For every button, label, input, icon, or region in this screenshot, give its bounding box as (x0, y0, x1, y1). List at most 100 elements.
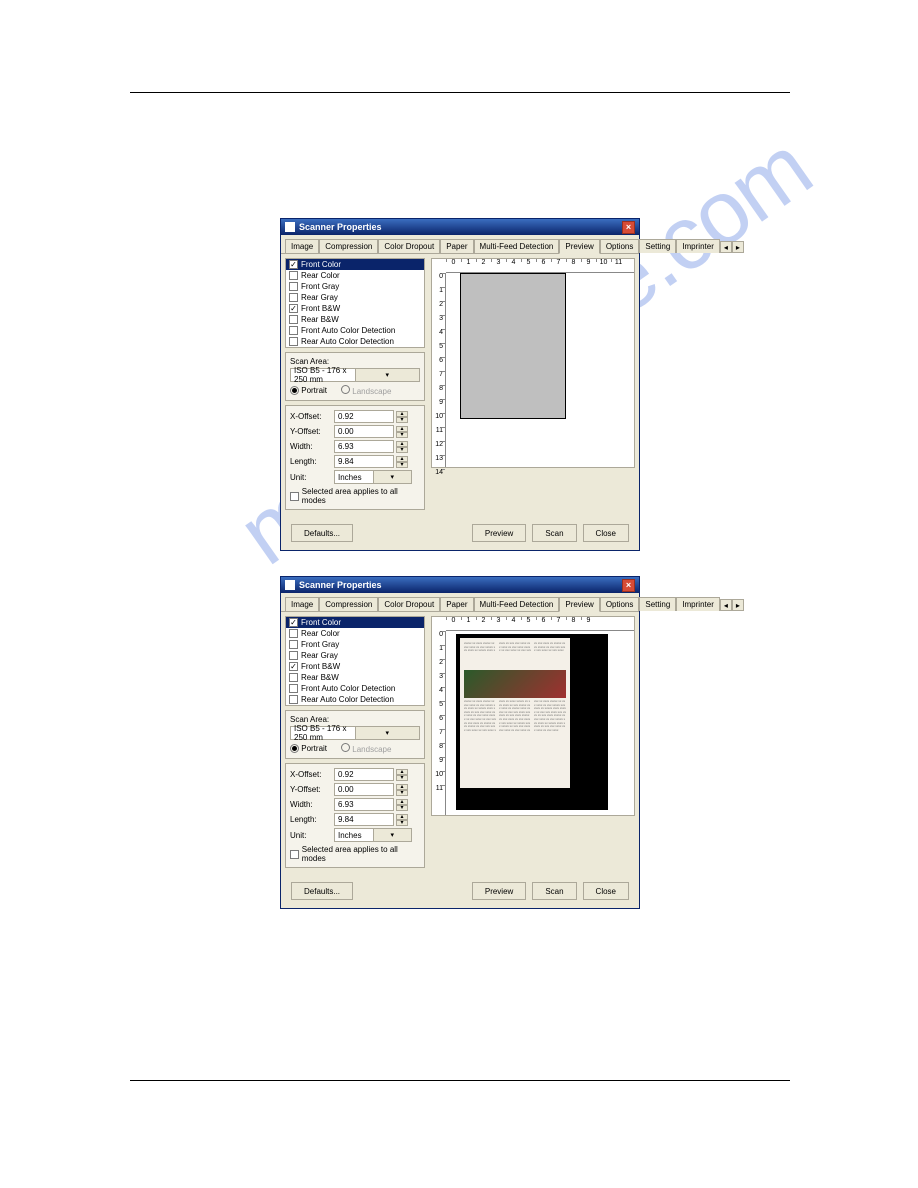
chevron-down-icon[interactable]: ▾ (355, 369, 420, 381)
yoffset-input[interactable]: 0.00 (334, 425, 394, 438)
chk-front-bw[interactable]: ✓Front B&W (286, 661, 424, 672)
tab-preview[interactable]: Preview (559, 239, 599, 254)
tab-color-dropout[interactable]: Color Dropout (378, 239, 440, 253)
preview-pane: 01234567891011 01234567891011121314 (431, 258, 635, 468)
chk-front-gray[interactable]: Front Gray (286, 639, 424, 650)
chevron-down-icon[interactable]: ▾ (355, 727, 420, 739)
close-button[interactable]: Close (583, 524, 629, 542)
tab-setting[interactable]: Setting (639, 239, 676, 253)
close-icon[interactable]: × (622, 221, 635, 234)
titlebar[interactable]: Scanner Properties × (281, 219, 639, 235)
tab-imprinter[interactable]: Imprinter (676, 239, 720, 253)
length-label: Length: (290, 815, 332, 824)
chk-front-gray[interactable]: Front Gray (286, 281, 424, 292)
length-input[interactable]: 9.84 (334, 813, 394, 826)
chk-front-color[interactable]: ✓Front Color (286, 617, 424, 628)
scan-area-label: Scan Area: (290, 715, 420, 724)
xoffset-spinner[interactable]: ▴▾ (396, 769, 408, 781)
tab-imprinter[interactable]: Imprinter (676, 597, 720, 611)
width-label: Width: (290, 442, 332, 451)
tab-scroll-right[interactable]: ▸ (732, 241, 744, 253)
radio-portrait[interactable]: Portrait (290, 386, 327, 395)
radio-portrait[interactable]: Portrait (290, 744, 327, 753)
tab-image[interactable]: Image (285, 239, 319, 253)
yoffset-input[interactable]: 0.00 (334, 783, 394, 796)
dimensions-group: X-Offset: 0.92 ▴▾ Y-Offset: 0.00 ▴▾ Widt… (285, 763, 425, 868)
width-input[interactable]: 6.93 (334, 440, 394, 453)
xoffset-label: X-Offset: (290, 770, 332, 779)
tab-paper[interactable]: Paper (440, 597, 473, 611)
length-spinner[interactable]: ▴▾ (396, 456, 408, 468)
tab-scroll-left[interactable]: ◂ (720, 599, 732, 611)
tab-compression[interactable]: Compression (319, 597, 378, 611)
chevron-down-icon[interactable]: ▾ (373, 471, 412, 483)
xoffset-spinner[interactable]: ▴▾ (396, 411, 408, 423)
width-spinner[interactable]: ▴▾ (396, 799, 408, 811)
preview-pane: 0123456789 01234567891011 xxxxx xx xxxx … (431, 616, 635, 816)
yoffset-spinner[interactable]: ▴▾ (396, 426, 408, 438)
length-input[interactable]: 9.84 (334, 455, 394, 468)
length-label: Length: (290, 457, 332, 466)
scanner-icon (285, 222, 295, 232)
side-checklist: ✓Front Color Rear Color Front Gray Rear … (285, 616, 425, 706)
chk-front-auto[interactable]: Front Auto Color Detection (286, 325, 424, 336)
chk-front-color[interactable]: ✓Front Color (286, 259, 424, 270)
tab-setting[interactable]: Setting (639, 597, 676, 611)
unit-combo[interactable]: Inches▾ (334, 470, 412, 484)
tab-options[interactable]: Options (600, 239, 640, 253)
window-title: Scanner Properties (285, 580, 382, 590)
scan-selection-rect[interactable] (460, 273, 566, 419)
yoffset-spinner[interactable]: ▴▾ (396, 784, 408, 796)
chk-rear-gray[interactable]: Rear Gray (286, 650, 424, 661)
preview-button[interactable]: Preview (472, 882, 526, 900)
tab-paper[interactable]: Paper (440, 239, 473, 253)
ruler-vertical: 01234567891011121314 (432, 273, 446, 467)
width-input[interactable]: 6.93 (334, 798, 394, 811)
ruler-horizontal: 01234567891011 (446, 259, 634, 273)
chevron-down-icon[interactable]: ▾ (373, 829, 412, 841)
close-icon[interactable]: × (622, 579, 635, 592)
defaults-button[interactable]: Defaults... (291, 882, 353, 900)
chk-rear-bw[interactable]: Rear B&W (286, 672, 424, 683)
chk-rear-auto[interactable]: Rear Auto Color Detection (286, 336, 424, 347)
titlebar[interactable]: Scanner Properties × (281, 577, 639, 593)
chk-rear-gray[interactable]: Rear Gray (286, 292, 424, 303)
tab-compression[interactable]: Compression (319, 239, 378, 253)
scan-button[interactable]: Scan (532, 524, 576, 542)
chk-front-auto[interactable]: Front Auto Color Detection (286, 683, 424, 694)
width-spinner[interactable]: ▴▾ (396, 441, 408, 453)
tab-scroll-left[interactable]: ◂ (720, 241, 732, 253)
xoffset-input[interactable]: 0.92 (334, 410, 394, 423)
tab-strip: Image Compression Color Dropout Paper Mu… (281, 593, 639, 612)
applies-all-checkbox[interactable]: Selected area applies to all modes (290, 487, 420, 505)
tab-scroll-right[interactable]: ▸ (732, 599, 744, 611)
scanner-properties-dialog-1: Scanner Properties × Image Compression C… (280, 218, 640, 551)
tab-multifeed[interactable]: Multi-Feed Detection (474, 597, 560, 611)
length-spinner[interactable]: ▴▾ (396, 814, 408, 826)
tab-multifeed[interactable]: Multi-Feed Detection (474, 239, 560, 253)
unit-combo[interactable]: Inches▾ (334, 828, 412, 842)
scan-area-combo[interactable]: ISO B5 - 176 x 250 mm▾ (290, 726, 420, 740)
tab-color-dropout[interactable]: Color Dropout (378, 597, 440, 611)
tab-image[interactable]: Image (285, 597, 319, 611)
scan-area-combo[interactable]: ISO B5 - 176 x 250 mm▾ (290, 368, 420, 382)
applies-all-checkbox[interactable]: Selected area applies to all modes (290, 845, 420, 863)
radio-landscape[interactable]: Landscape (341, 743, 391, 754)
defaults-button[interactable]: Defaults... (291, 524, 353, 542)
chk-front-bw[interactable]: ✓Front B&W (286, 303, 424, 314)
chk-rear-bw[interactable]: Rear B&W (286, 314, 424, 325)
chk-rear-color[interactable]: Rear Color (286, 628, 424, 639)
tab-preview[interactable]: Preview (559, 597, 599, 612)
tab-options[interactable]: Options (600, 597, 640, 611)
scanner-properties-dialog-2: Scanner Properties × Image Compression C… (280, 576, 640, 909)
unit-label: Unit: (290, 473, 332, 482)
scan-button[interactable]: Scan (532, 882, 576, 900)
chk-rear-color[interactable]: Rear Color (286, 270, 424, 281)
radio-landscape[interactable]: Landscape (341, 385, 391, 396)
scan-area-group: Scan Area: ISO B5 - 176 x 250 mm▾ Portra… (285, 352, 425, 401)
xoffset-input[interactable]: 0.92 (334, 768, 394, 781)
preview-scanned-page[interactable]: xxxxx xx xxxx xxxxx xx xxx xxxx xx xxx x… (456, 634, 608, 810)
preview-button[interactable]: Preview (472, 524, 526, 542)
chk-rear-auto[interactable]: Rear Auto Color Detection (286, 694, 424, 705)
close-button[interactable]: Close (583, 882, 629, 900)
